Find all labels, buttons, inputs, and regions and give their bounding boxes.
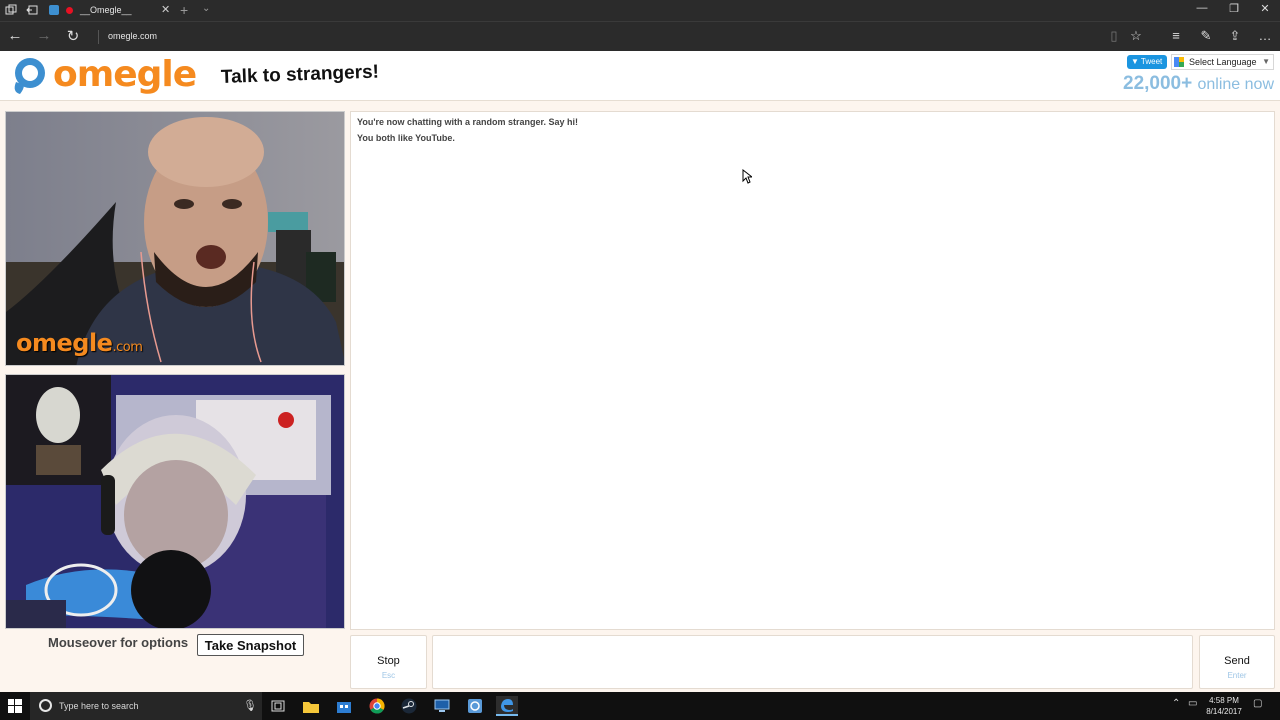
cortana-icon: [39, 699, 52, 712]
chat-status-message: You're now chatting with a random strang…: [357, 117, 579, 127]
online-count-number: 22,000+: [1123, 73, 1193, 94]
clock[interactable]: 4:58 PM 8/14/2017: [1202, 695, 1246, 717]
logo-text: omegle: [53, 54, 197, 95]
clock-time: 4:58 PM: [1209, 696, 1239, 705]
stranger-video[interactable]: omegle.com: [5, 111, 345, 366]
browser-title-bar: __Omegle__ ✕ + ⌄ — ❐ ✕: [0, 0, 1280, 21]
tagline: Talk to strangers!: [220, 61, 380, 88]
windows-start-icon[interactable]: [8, 699, 22, 713]
microphone-icon[interactable]: 🎙: [243, 699, 257, 712]
language-select-label: Select Language: [1189, 57, 1257, 67]
send-button[interactable]: Send Enter: [1199, 635, 1275, 689]
reading-view-icon[interactable]: ▯: [1104, 28, 1124, 44]
mouseover-hint: Mouseover for options: [48, 635, 189, 650]
self-video[interactable]: [5, 374, 345, 629]
chat-common-interest: You both like YouTube.: [357, 133, 455, 143]
chat-log[interactable]: You're now chatting with a random strang…: [350, 111, 1275, 630]
minimize-icon[interactable]: —: [1192, 2, 1212, 14]
store-icon[interactable]: [333, 696, 355, 716]
hub-icon[interactable]: ≡: [1166, 28, 1186, 43]
close-window-icon[interactable]: ✕: [1255, 2, 1275, 15]
stranger-video-frame: [6, 112, 344, 365]
site-header: omegle Talk to strangers! ▼ Tweet Select …: [0, 51, 1280, 101]
message-input[interactable]: [432, 635, 1193, 689]
chrome-icon[interactable]: [366, 696, 388, 716]
stop-button-label: Stop: [377, 655, 400, 667]
video-watermark-text: omegle: [16, 329, 113, 357]
address-bar: ← → ↻ omegle.com ▯ ☆ ≡ ✎ ⇪ …: [0, 21, 1280, 51]
omegle-logo-mark-icon: [14, 58, 45, 94]
steam-icon[interactable]: [398, 696, 420, 716]
set-aside-tabs-icon[interactable]: [26, 4, 38, 16]
action-center-icon[interactable]: ▢: [1253, 698, 1262, 709]
google-translate-icon: [1174, 57, 1184, 67]
send-button-label: Send: [1224, 655, 1250, 667]
language-select[interactable]: Select Language ▼: [1171, 54, 1274, 70]
omegle-favicon-icon: [49, 5, 59, 15]
back-icon[interactable]: ←: [4, 27, 26, 44]
forward-icon[interactable]: →: [33, 27, 55, 44]
tweet-button[interactable]: ▼ Tweet: [1127, 55, 1167, 69]
video-watermark: omegle.com: [16, 329, 143, 357]
tweet-label: Tweet: [1140, 57, 1163, 66]
app-monitor-icon[interactable]: [431, 696, 453, 716]
take-snapshot-button[interactable]: Take Snapshot: [197, 634, 304, 656]
restore-icon[interactable]: ❐: [1224, 2, 1244, 15]
twitter-bird-icon: ▼: [1131, 57, 1139, 66]
mouse-cursor-icon: [742, 169, 752, 184]
share-icon[interactable]: ⇪: [1225, 28, 1245, 44]
more-icon[interactable]: …: [1255, 28, 1275, 43]
app-blue-icon[interactable]: [464, 696, 486, 716]
taskbar: Type here to search 🎙 ⌃ ▭ 4:58 PM 8/14/2…: [0, 692, 1280, 720]
chevron-down-icon: ▼: [1262, 57, 1270, 66]
close-tab-icon[interactable]: ✕: [161, 3, 170, 16]
send-button-hint: Enter: [1227, 671, 1247, 680]
favorite-star-icon[interactable]: ☆: [1126, 28, 1146, 44]
tab-title: __Omegle__: [80, 5, 132, 15]
tab-preview-chevron-icon[interactable]: ⌄: [202, 3, 210, 14]
file-explorer-icon[interactable]: [300, 696, 322, 716]
task-view-icon[interactable]: [267, 696, 289, 716]
video-watermark-suffix: .com: [112, 340, 143, 355]
new-tab-icon[interactable]: +: [180, 2, 188, 18]
web-note-icon[interactable]: ✎: [1196, 28, 1216, 44]
network-icon[interactable]: ▭: [1188, 698, 1197, 709]
stop-button[interactable]: Stop Esc: [350, 635, 427, 689]
url-field[interactable]: omegle.com: [108, 31, 157, 41]
online-count: 22,000+ online now: [1123, 73, 1274, 95]
url-separator: [98, 30, 99, 44]
tab-omegle[interactable]: __Omegle__ ✕: [44, 0, 177, 21]
refresh-icon[interactable]: ↻: [62, 27, 84, 45]
edge-icon[interactable]: [496, 696, 518, 716]
taskbar-search[interactable]: Type here to search 🎙: [30, 692, 262, 720]
self-video-frame: [6, 375, 344, 628]
tab-manager-icon[interactable]: [5, 4, 17, 16]
stop-button-hint: Esc: [381, 671, 396, 680]
clock-date: 8/14/2017: [1206, 707, 1242, 716]
online-count-label: online now: [1197, 76, 1275, 93]
show-hidden-icons-chevron-icon[interactable]: ⌃: [1172, 698, 1180, 709]
recording-indicator-icon: [66, 7, 73, 14]
taskbar-search-placeholder: Type here to search: [59, 701, 139, 711]
